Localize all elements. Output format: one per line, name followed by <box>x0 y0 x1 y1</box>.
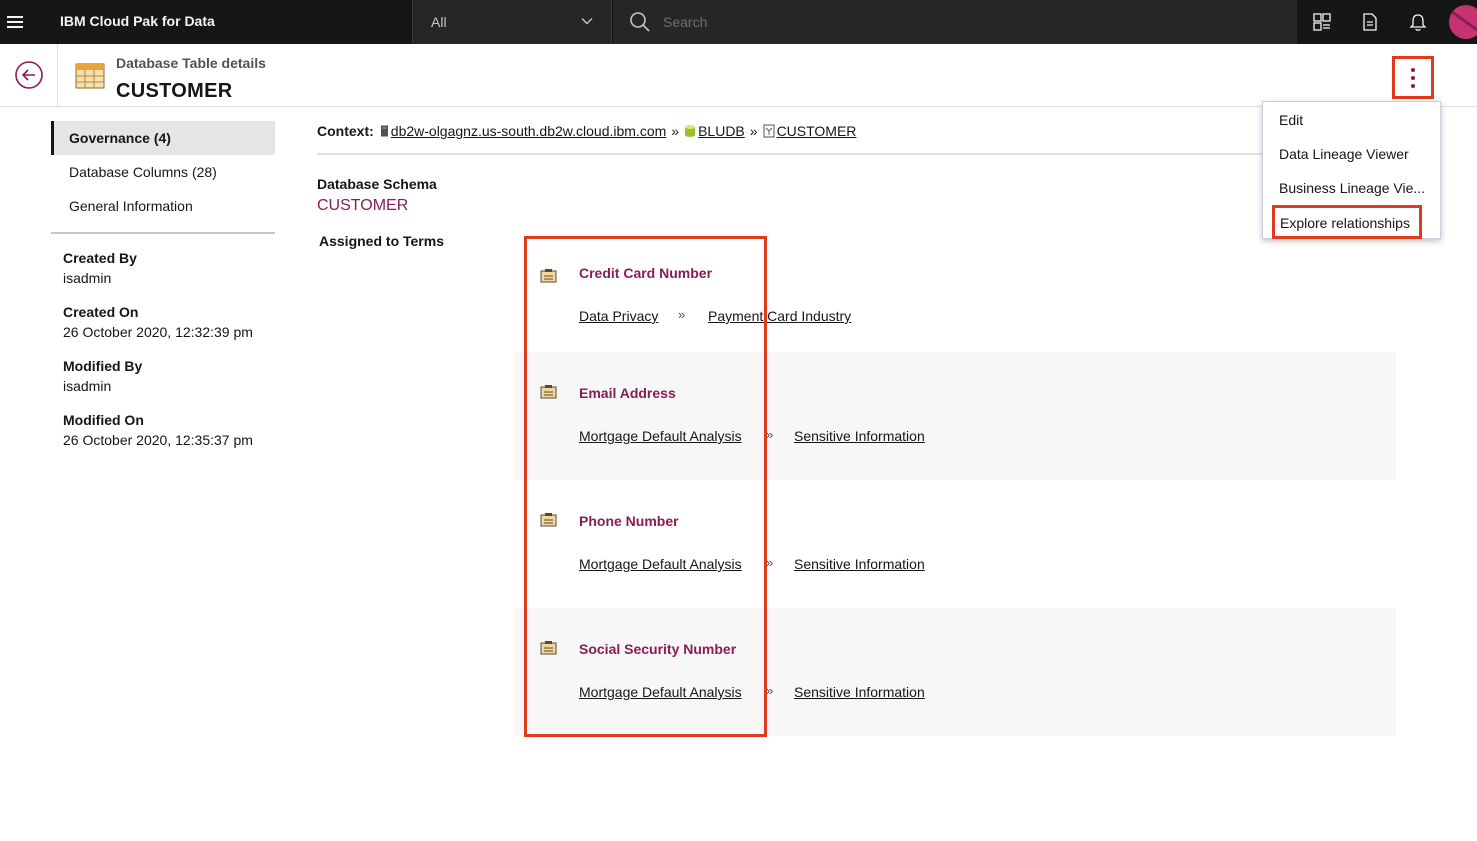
catalog-icon[interactable] <box>1298 0 1346 44</box>
overflow-menu-button[interactable] <box>1392 56 1434 99</box>
created-on-label: Created On <box>63 304 139 320</box>
context-database-text: BLUDB <box>698 123 745 139</box>
context-breadcrumb: Context: db2w-olgagnz.us-south.db2w.clou… <box>317 123 856 139</box>
document-glyph-icon <box>1363 13 1377 31</box>
modified-by-label: Modified By <box>63 358 143 374</box>
search-scope-dropdown[interactable]: All <box>412 0 612 44</box>
global-search <box>613 0 1297 44</box>
top-navigation-bar: IBM Cloud Pak for Data All <box>0 0 1477 44</box>
bell-glyph-icon <box>1409 13 1427 31</box>
server-icon <box>380 125 388 137</box>
menu-item-explore-relationships[interactable]: Explore relationships <box>1272 205 1422 239</box>
term-path-separator: » <box>678 307 686 322</box>
created-by-value: isadmin <box>63 270 112 286</box>
table-icon <box>763 124 775 138</box>
menu-item-edit[interactable]: Edit <box>1279 112 1303 128</box>
created-by-label: Created By <box>63 250 137 266</box>
app-brand[interactable]: IBM Cloud Pak for Data <box>60 13 215 29</box>
term-name-link[interactable]: Phone Number <box>579 513 679 529</box>
term-path-separator: » <box>766 683 774 698</box>
context-divider <box>317 153 1277 155</box>
catalog-glyph-icon <box>1313 13 1331 31</box>
menu-item-business-lineage-viewer[interactable]: Business Lineage Vie... <box>1279 180 1425 196</box>
business-term-icon <box>540 385 557 399</box>
modified-on-label: Modified On <box>63 412 144 428</box>
back-button[interactable] <box>0 44 58 106</box>
search-icon <box>630 12 650 32</box>
nav-item-general-information[interactable]: General Information <box>51 189 275 223</box>
nav-item-governance[interactable]: Governance (4) <box>51 121 275 155</box>
overflow-menu: Edit Data Lineage Viewer Business Lineag… <box>1262 101 1441 239</box>
menu-item-data-lineage-viewer[interactable]: Data Lineage Viewer <box>1279 146 1409 162</box>
term-subcategory-link[interactable]: Sensitive Information <box>794 428 925 444</box>
nav-divider <box>51 232 275 234</box>
term-name-link[interactable]: Credit Card Number <box>579 265 712 281</box>
document-icon[interactable] <box>1346 0 1394 44</box>
term-subcategory-link[interactable]: Sensitive Information <box>794 684 925 700</box>
created-on-value: 26 October 2020, 12:32:39 pm <box>63 324 253 340</box>
term-name-link[interactable]: Email Address <box>579 385 676 401</box>
term-row: Email Address Mortgage Default Analysis … <box>514 352 1396 480</box>
term-category-link[interactable]: Mortgage Default Analysis <box>579 556 742 572</box>
schema-value: CUSTOMER <box>317 197 409 214</box>
business-term-icon <box>540 641 557 655</box>
user-avatar[interactable] <box>1446 0 1477 44</box>
modified-by-value: isadmin <box>63 378 112 394</box>
context-database-link[interactable]: BLUDB <box>684 123 745 139</box>
nav-item-database-columns[interactable]: Database Columns (28) <box>51 155 275 189</box>
term-row: Phone Number Mortgage Default Analysis »… <box>514 480 1396 608</box>
avatar-icon <box>1449 5 1477 39</box>
kebab-dot-icon <box>1411 75 1415 80</box>
kebab-dot-icon <box>1411 83 1415 88</box>
context-host-text: db2w-olgagnz.us-south.db2w.cloud.ibm.com <box>390 123 667 139</box>
kebab-dot-icon <box>1411 67 1415 72</box>
context-label: Context: <box>317 123 374 139</box>
modified-on-value: 26 October 2020, 12:35:37 pm <box>63 432 253 448</box>
notification-bell-icon[interactable] <box>1394 0 1442 44</box>
page-subtitle: Database Table details <box>116 55 266 71</box>
schema-label: Database Schema <box>317 176 437 192</box>
breadcrumb-separator: » <box>749 123 758 139</box>
business-term-icon <box>540 513 557 527</box>
context-table-text: CUSTOMER <box>776 123 857 139</box>
term-path-separator: » <box>766 427 774 442</box>
breadcrumb-separator: » <box>671 123 680 139</box>
term-category-link[interactable]: Mortgage Default Analysis <box>579 428 742 444</box>
search-input[interactable] <box>663 12 1263 32</box>
term-path-separator: » <box>766 555 774 570</box>
assigned-terms-label: Assigned to Terms <box>319 233 444 249</box>
term-category-link[interactable]: Data Privacy <box>579 308 658 324</box>
hamburger-menu-icon[interactable] <box>0 0 30 44</box>
chevron-down-icon <box>581 18 593 25</box>
database-icon <box>685 125 696 137</box>
term-subcategory-link[interactable]: Sensitive Information <box>794 556 925 572</box>
page-title: CUSTOMER <box>116 80 233 102</box>
page-header: Database Table details CUSTOMER <box>0 44 1477 107</box>
business-term-icon <box>540 269 557 283</box>
context-host-link[interactable]: db2w-olgagnz.us-south.db2w.cloud.ibm.com <box>380 123 667 139</box>
search-scope-value: All <box>431 14 447 30</box>
term-row: Credit Card Number Data Privacy » Paymen… <box>514 236 1396 364</box>
term-row: Social Security Number Mortgage Default … <box>514 608 1396 736</box>
database-table-icon <box>75 63 105 89</box>
term-name-link[interactable]: Social Security Number <box>579 641 736 657</box>
term-category-link[interactable]: Mortgage Default Analysis <box>579 684 742 700</box>
context-table-link[interactable]: CUSTOMER <box>763 123 857 139</box>
arrow-left-icon <box>14 61 43 89</box>
term-subcategory-link[interactable]: Payment Card Industry <box>708 308 851 324</box>
